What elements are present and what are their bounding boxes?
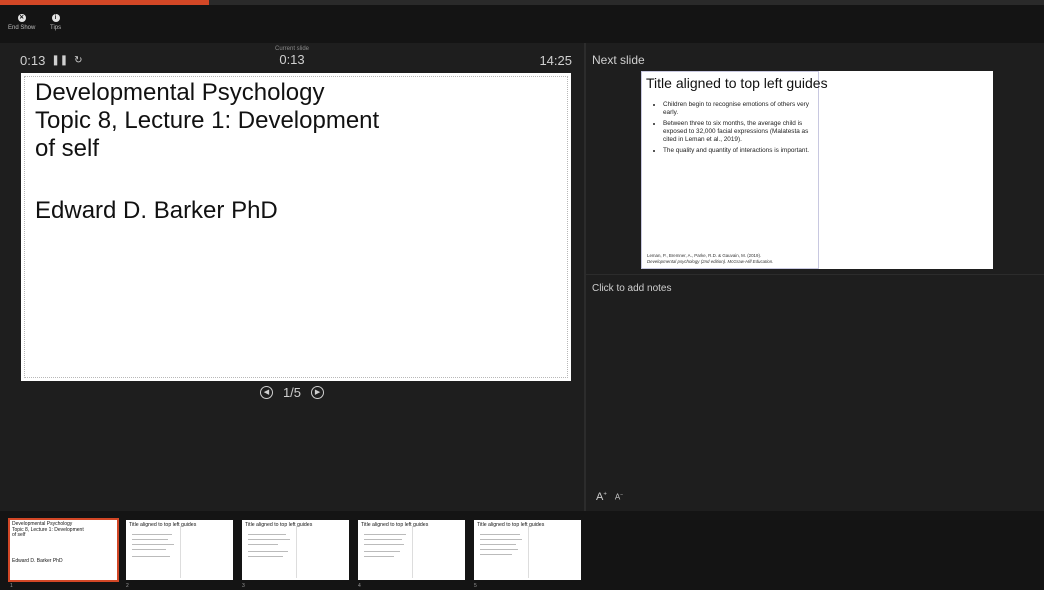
thumbnail-number: 4 xyxy=(358,583,361,589)
thumbnail-text-line xyxy=(248,534,286,535)
thumbnail-text-line xyxy=(364,534,406,535)
slide-title-line: Topic 8, Lecture 1: Development xyxy=(35,107,380,134)
thumbnail-title: Title aligned to top left guides xyxy=(361,522,429,528)
current-slide-preview[interactable]: Developmental Psychology Topic 8, Lectur… xyxy=(21,73,571,381)
thumbnail-title: Title aligned to top left guides xyxy=(477,522,545,528)
thumbnail-divider xyxy=(180,526,181,578)
tips-label: Tips xyxy=(50,25,62,31)
thumbnail-text-line xyxy=(364,544,404,545)
slide-thumbnail-4[interactable]: Title aligned to top left guides xyxy=(358,520,465,580)
slide-counter: 1/5 xyxy=(282,385,302,400)
thumbnail-text-line xyxy=(364,551,400,552)
clock-time: 14:25 xyxy=(539,53,572,68)
next-slide-bullets: Children begin to recognise emotions of … xyxy=(651,101,823,158)
current-slide-pane: 0:13 ❚❚ ↻ Current slide 0:13 14:25 Devel… xyxy=(0,43,584,511)
thumbnail-number: 5 xyxy=(474,583,477,589)
slide-thumbnail-1[interactable]: Developmental Psychology Topic 8, Lectur… xyxy=(8,518,119,582)
slide-author: Edward D. Barker PhD xyxy=(35,197,278,224)
next-slide-reference: Leman, P., Bremner, A., Parke, R.D. & Ga… xyxy=(647,253,773,265)
slide-title-line: of self xyxy=(35,135,100,162)
slide-thumbnail-3[interactable]: Title aligned to top left guides xyxy=(242,520,349,580)
current-slide-time: 0:13 xyxy=(279,52,305,67)
next-slide-title: Title aligned to top left guides xyxy=(646,75,828,91)
thumbnail-text-line xyxy=(132,549,166,550)
thumbnail-number: 1 xyxy=(10,583,13,589)
decrease-font-button[interactable]: A− xyxy=(615,492,623,502)
speaker-notes[interactable]: Click to add notes xyxy=(592,283,672,294)
slide-navigation: ◀ 1/5 ▶ xyxy=(0,385,584,400)
thumbnail-text-line xyxy=(480,534,520,535)
next-slide-label: Next slide xyxy=(592,53,645,67)
next-slide-preview[interactable]: Title aligned to top left guides Childre… xyxy=(641,71,993,269)
slide-title: Developmental Psychology Topic 8, Lectur… xyxy=(35,79,415,163)
thumbnail-title: Developmental Psychology Topic 8, Lectur… xyxy=(12,521,107,539)
thumbnail-text-line xyxy=(480,539,522,540)
thumbnail-text-line xyxy=(132,544,174,545)
slide-title-line: Developmental Psychology xyxy=(35,79,325,106)
slide-thumbnail-5[interactable]: Title aligned to top left guides xyxy=(474,520,581,580)
thumbnail-text-line xyxy=(248,556,283,557)
slide-thumbnail-strip: Developmental Psychology Topic 8, Lectur… xyxy=(0,511,1044,590)
tips-button[interactable]: i Tips xyxy=(50,14,61,31)
presenter-toolbar: ✕ End Show i Tips xyxy=(0,5,1044,43)
thumbnail-text-line xyxy=(248,551,288,552)
thumbnail-text-line xyxy=(132,534,172,535)
info-circle-icon: i xyxy=(51,14,60,22)
previous-slide-icon[interactable]: ◀ xyxy=(259,386,273,399)
thumbnail-text-line xyxy=(480,549,518,550)
slide-placeholder-border: Developmental Psychology Topic 8, Lectur… xyxy=(24,76,568,378)
thumbnail-divider xyxy=(412,526,413,578)
thumbnail-title: Title aligned to top left guides xyxy=(245,522,313,528)
thumbnail-text-line xyxy=(132,539,168,540)
next-slide-bullet: The quality and quantity of interactions… xyxy=(663,147,823,155)
thumbnail-divider xyxy=(296,526,297,578)
thumbnail-author: Edward D. Barker PhD xyxy=(12,558,63,564)
slide-thumbnail-2[interactable]: Title aligned to top left guides xyxy=(126,520,233,580)
thumbnail-text-line xyxy=(248,544,278,545)
notes-divider[interactable] xyxy=(586,274,1044,275)
thumbnail-text-line xyxy=(480,554,512,555)
thumbnail-text-line xyxy=(132,556,170,557)
close-circle-icon: ✕ xyxy=(17,14,26,22)
reference-line: Developmental psychology (2nd edition). … xyxy=(647,259,774,264)
thumbnail-text-line xyxy=(364,556,394,557)
thumbnail-text-line xyxy=(248,539,290,540)
end-show-label: End Show xyxy=(8,25,36,31)
notes-font-size-controls: A+ A− xyxy=(596,491,623,503)
increase-font-button[interactable]: A+ xyxy=(596,491,607,503)
thumbnail-text-line xyxy=(364,539,402,540)
thumbnail-title: Title aligned to top left guides xyxy=(129,522,197,528)
end-show-button[interactable]: ✕ End Show xyxy=(8,14,35,31)
thumbnail-text-line xyxy=(480,544,516,545)
next-slide-icon[interactable]: ▶ xyxy=(311,386,325,399)
thumbnail-number: 2 xyxy=(126,583,129,589)
thumbnail-divider xyxy=(528,526,529,578)
next-slide-pane: Next slide Title aligned to top left gui… xyxy=(586,43,1044,511)
thumbnail-number: 3 xyxy=(242,583,245,589)
thumbnail-title-line: of self xyxy=(12,532,26,539)
next-slide-bullet: Children begin to recognise emotions of … xyxy=(663,101,823,117)
next-slide-bullet: Between three to six months, the average… xyxy=(663,120,823,144)
